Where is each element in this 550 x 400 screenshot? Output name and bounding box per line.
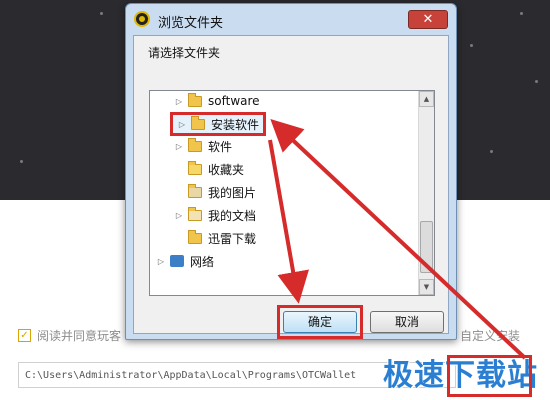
tree-item-thunder-downloads[interactable]: 迅雷下载 [174,228,256,248]
star-decoration [20,160,23,163]
browse-folder-dialog: 浏览文件夹 ✕ 请选择文件夹 ▷ software ▷ 安装软件 ▷ 软件 收藏… [125,3,457,340]
tree-item-label: 我的文档 [208,208,257,223]
expand-arrow-icon[interactable]: ▷ [174,97,184,106]
tree-item-software-cn[interactable]: ▷ 软件 [174,136,232,156]
tree-item-network[interactable]: ▷ 网络 [156,251,214,271]
dialog-titlebar[interactable]: 浏览文件夹 ✕ [126,4,456,34]
tree-item-label: 我的图片 [208,185,257,200]
app-logo-icon [134,11,150,27]
folder-icon [191,115,205,130]
expand-arrow-icon[interactable]: ▷ [174,142,184,151]
dialog-title: 浏览文件夹 [158,16,224,31]
scroll-up-icon[interactable]: ▲ [419,91,434,107]
star-folder-icon [188,160,202,175]
agreement-text: 阅读并同意玩客 [37,329,122,343]
tree-item-pictures[interactable]: 我的图片 [174,182,256,202]
star-decoration [520,12,523,15]
star-decoration [490,150,493,153]
tree-vertical-scrollbar[interactable]: ▲ ▼ [418,91,434,295]
annotation-highlight-browse [447,355,532,397]
tree-item-label: 网络 [190,254,215,269]
dialog-client-area: 请选择文件夹 ▷ software ▷ 安装软件 ▷ 软件 收藏夹 我的图片 ▷… [133,35,449,339]
tree-item-label: 迅雷下载 [208,231,257,246]
tree-item-favorites[interactable]: 收藏夹 [174,159,244,179]
tree-item-label: software [208,94,260,108]
agreement-checkbox[interactable]: ✓ [18,329,31,342]
folder-icon [188,229,202,244]
tree-item-label: 安装软件 [211,117,260,132]
folder-icon [188,137,202,152]
folder-tree[interactable]: ▷ software ▷ 安装软件 ▷ 软件 收藏夹 我的图片 ▷ 我的文档 迅… [149,90,435,296]
dialog-prompt: 请选择文件夹 [148,46,221,60]
scroll-thumb[interactable] [420,221,433,273]
cancel-button[interactable]: 取消 [370,311,444,333]
tree-item-documents[interactable]: ▷ 我的文档 [174,205,256,225]
agreement-row: ✓ 阅读并同意玩客 [18,327,121,344]
star-decoration [100,12,103,15]
expand-arrow-icon[interactable]: ▷ [156,257,166,266]
picture-folder-icon [188,183,202,198]
close-button[interactable]: ✕ [408,10,448,29]
expand-arrow-icon[interactable]: ▷ [174,211,184,220]
ok-button[interactable]: 确定 [283,311,357,333]
star-decoration [535,80,538,83]
scroll-down-icon[interactable]: ▼ [419,279,434,295]
folder-icon [188,92,202,107]
star-decoration [470,44,473,47]
tree-item-install-software[interactable]: ▷ 安装软件 [170,112,267,136]
tree-item-software[interactable]: ▷ software [174,91,260,111]
tree-item-label: 收藏夹 [208,162,245,177]
document-folder-icon [188,206,202,221]
custom-install-link[interactable]: 自定义安装 [460,327,520,344]
expand-arrow-icon[interactable]: ▷ [177,120,187,129]
tree-item-label: 软件 [208,139,233,154]
network-icon [170,255,184,267]
